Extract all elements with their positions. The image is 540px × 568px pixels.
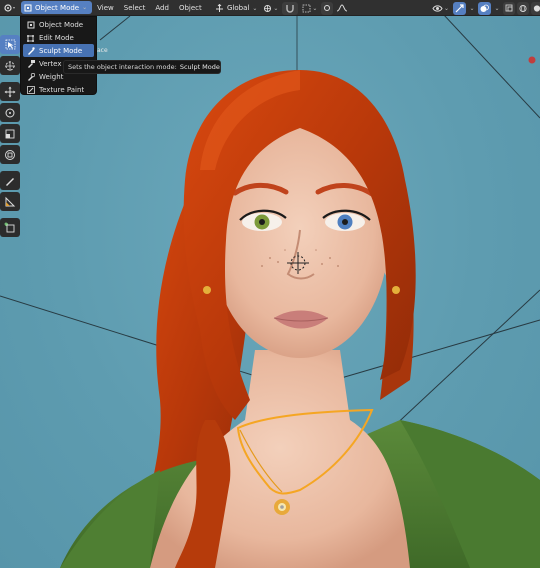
pivot-point-dropdown[interactable]: ⌄ — [261, 2, 280, 15]
gizmo-icon — [455, 3, 464, 12]
mode-menu-item-label: Object Mode — [39, 20, 84, 29]
mode-menu-item-label: Sculpt Mode — [39, 46, 83, 55]
magnet-icon — [286, 5, 295, 13]
editor-type-icon — [4, 3, 15, 12]
menu-add[interactable]: Add — [150, 4, 174, 12]
light-indicator — [528, 56, 536, 64]
chevron-down-icon: ⌄ — [312, 4, 318, 12]
sculpt-mode-icon — [28, 46, 35, 55]
snap-target-dropdown[interactable]: ⌄ — [300, 2, 319, 15]
pendant — [274, 499, 290, 515]
interaction-mode-dropdown[interactable]: Object Mode ⌄ — [21, 1, 93, 14]
cursor-icon — [5, 60, 15, 71]
snap-toggle[interactable] — [282, 1, 299, 15]
wireframe-shading-icon — [519, 4, 527, 12]
shading-solid-button[interactable] — [531, 1, 540, 15]
annotate-icon — [6, 177, 14, 186]
editor-type-selector[interactable] — [1, 1, 19, 15]
tool-shelf — [0, 35, 22, 237]
mode-menu-item-object[interactable]: Object Mode — [23, 18, 94, 31]
transform-icon — [5, 149, 15, 160]
add-cube-icon — [4, 222, 15, 232]
interaction-mode-menu: Object Mode Edit Mode Sculpt Mode Vertex… — [20, 16, 97, 95]
overlays-dropdown[interactable]: ⌄ — [493, 2, 501, 15]
gizmo-toggle[interactable] — [453, 1, 467, 15]
earring-right — [392, 286, 400, 294]
orientation-global-icon — [216, 3, 223, 12]
proportional-edit-icon — [324, 5, 331, 11]
menu-object[interactable]: Object — [174, 4, 207, 12]
texture-paint-icon — [27, 85, 35, 94]
solid-shading-icon — [533, 4, 540, 12]
transform-orientation-label: Global — [227, 4, 250, 12]
overlays-toggle[interactable] — [478, 1, 492, 15]
mode-menu-item-label: Weight — [39, 72, 64, 81]
object-mode-icon — [24, 4, 32, 11]
chevron-down-icon: ⌄ — [444, 4, 450, 12]
viewport-header: Object Mode ⌄ View Select Add Object Glo… — [0, 0, 540, 16]
rotate-icon — [5, 108, 15, 117]
move-icon — [4, 86, 16, 97]
tool-move[interactable] — [0, 82, 20, 101]
chevron-down-icon: ⌄ — [273, 4, 279, 12]
edit-mode-icon — [27, 34, 34, 42]
xray-toggle[interactable] — [503, 1, 516, 15]
tool-measure[interactable] — [0, 192, 20, 211]
measure-icon — [5, 196, 16, 206]
mode-menu-item-sculpt[interactable]: Sculpt Mode — [23, 44, 94, 57]
tool-annotate[interactable] — [0, 171, 20, 190]
snap-increment-icon — [303, 4, 311, 12]
vertex-paint-icon — [28, 59, 35, 68]
viewport-text-fragment: ace — [97, 47, 108, 54]
gizmo-dropdown[interactable]: ⌄ — [468, 2, 476, 15]
tool-select-box[interactable] — [0, 35, 20, 54]
menu-view[interactable]: View — [92, 4, 119, 12]
tool-cursor[interactable] — [0, 56, 20, 75]
mode-menu-item-label: Edit Mode — [39, 33, 74, 42]
pivot-point-icon — [264, 4, 272, 12]
mode-menu-item-texture-paint[interactable]: Texture Paint — [23, 83, 94, 96]
overlays-icon — [480, 4, 489, 12]
falloff-curve-icon — [337, 4, 348, 12]
proportional-editing-toggle[interactable] — [321, 1, 334, 15]
viewport-display-controls: ⌄ ⌄ ⌄ — [430, 1, 540, 15]
tool-rotate[interactable] — [0, 103, 20, 122]
visibility-dropdown[interactable]: ⌄ — [430, 2, 451, 15]
scale-icon — [5, 129, 15, 138]
transform-controls: Global ⌄ ⌄ ⌄ — [213, 1, 349, 15]
shading-wireframe-button[interactable] — [517, 1, 530, 15]
chevron-down-icon: ⌄ — [252, 4, 258, 12]
transform-orientation-dropdown[interactable]: Global ⌄ — [213, 2, 259, 15]
falloff-dropdown[interactable] — [335, 2, 349, 15]
object-mode-icon — [27, 21, 35, 28]
tool-transform[interactable] — [0, 145, 20, 164]
mode-menu-item-label: Vertex — [39, 59, 62, 68]
mode-tooltip: Sets the object interaction mode: Sculpt… — [63, 60, 221, 74]
selectability-visibility-icon — [432, 4, 443, 12]
mode-menu-item-edit[interactable]: Edit Mode — [23, 31, 94, 44]
chevron-down-icon: ⌄ — [469, 4, 475, 12]
chevron-down-icon: ⌄ — [494, 4, 500, 12]
tool-scale[interactable] — [0, 124, 20, 143]
interaction-mode-label: Object Mode — [35, 3, 80, 12]
earring-left — [203, 286, 211, 294]
menu-select[interactable]: Select — [119, 4, 151, 12]
mode-menu-item-label: Texture Paint — [39, 85, 85, 94]
select-box-icon — [5, 39, 15, 50]
tooltip-value: Sculpt Mode — [179, 63, 220, 71]
weight-paint-icon — [28, 72, 35, 81]
tool-add-cube[interactable] — [0, 218, 20, 237]
tooltip-text: Sets the object interaction mode: — [68, 63, 177, 71]
xray-icon — [505, 4, 513, 12]
chevron-down-icon: ⌄ — [82, 4, 88, 11]
